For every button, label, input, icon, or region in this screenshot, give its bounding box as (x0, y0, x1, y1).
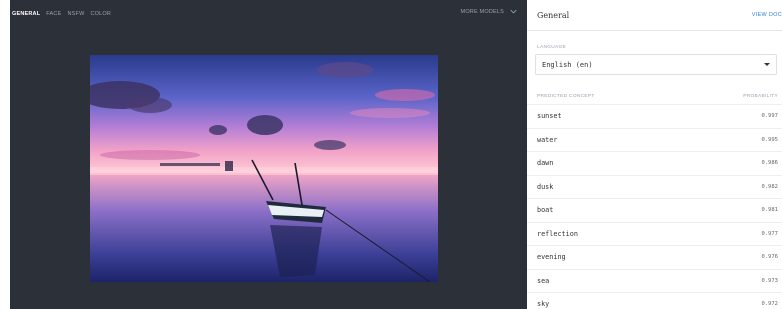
concept-name: reflection (537, 229, 578, 238)
caret-down-icon (764, 63, 770, 66)
tab-nsfw[interactable]: NSFW (67, 11, 84, 17)
analyzed-photo (90, 55, 438, 282)
concept-probability: 0.981 (761, 207, 778, 214)
table-row: sunset 0.997 (527, 104, 782, 128)
table-row: dusk 0.982 (527, 174, 782, 199)
concept-probability: 0.995 (761, 136, 778, 143)
image-viewer-pane: GENERAL FACE NSFW COLOR MORE MODELS (10, 0, 527, 309)
chevron-down-icon (510, 9, 517, 14)
concept-name: dusk (537, 182, 554, 191)
concept-table: sunset 0.997 water 0.995 dawn 0.986 dusk… (527, 104, 782, 309)
table-row: dawn 0.986 (527, 151, 782, 175)
view-docs-link[interactable]: VIEW DOC (752, 12, 782, 18)
tab-face[interactable]: FACE (46, 11, 61, 17)
concept-probability: 0.976 (761, 254, 778, 261)
concept-name: sea (537, 276, 550, 285)
header-predicted-concept: PREDICTED CONCEPT (537, 94, 595, 99)
results-panel: General VIEW DOC LANGUAGE English (en) P… (527, 0, 782, 309)
language-label: LANGUAGE (537, 45, 567, 50)
panel-title: General (537, 11, 570, 20)
concept-table-header: PREDICTED CONCEPT PROBABILITY (537, 94, 778, 99)
concept-probability: 0.972 (761, 301, 778, 308)
more-models-dropdown[interactable]: MORE MODELS (461, 8, 517, 15)
concept-name: sunset (537, 112, 562, 121)
table-row: sky 0.972 (527, 292, 782, 309)
language-select[interactable]: English (en) (535, 54, 777, 75)
more-models-label: MORE MODELS (460, 8, 504, 15)
concept-probability: 0.977 (761, 230, 778, 237)
concept-name: dawn (537, 159, 554, 168)
tab-color[interactable]: COLOR (90, 11, 111, 17)
concept-name: boat (537, 206, 554, 215)
concept-probability: 0.973 (761, 277, 778, 284)
table-row: evening 0.976 (527, 245, 782, 269)
header-probability: PROBABILITY (743, 94, 778, 99)
table-row: sea 0.973 (527, 268, 782, 293)
concept-probability: 0.982 (761, 183, 778, 190)
concept-probability: 0.997 (761, 113, 778, 120)
language-select-value: English (en) (542, 60, 593, 69)
concept-name: water (537, 135, 558, 144)
concept-name: evening (537, 253, 566, 262)
concept-name: sky (537, 300, 550, 309)
concept-probability: 0.986 (761, 160, 778, 167)
table-row: reflection 0.977 (527, 221, 782, 246)
tab-general[interactable]: GENERAL (12, 11, 40, 17)
divider (527, 30, 782, 31)
table-row: water 0.995 (527, 127, 782, 152)
table-row: boat 0.981 (527, 198, 782, 222)
model-tabs: GENERAL FACE NSFW COLOR (10, 8, 111, 20)
